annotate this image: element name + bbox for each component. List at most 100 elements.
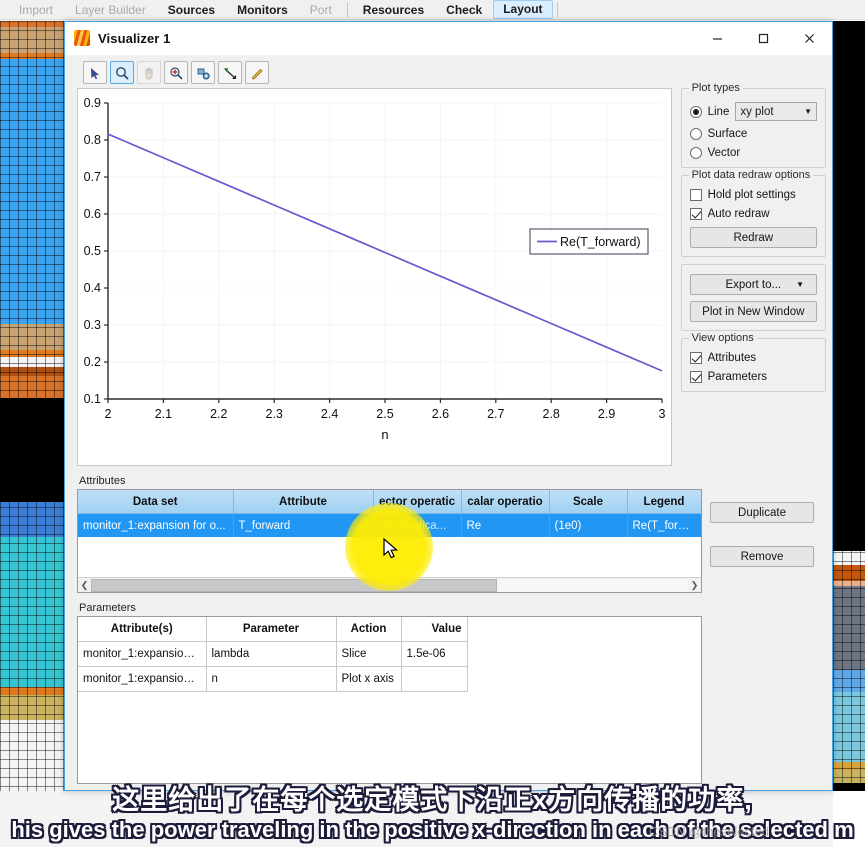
menu-item-sources[interactable]: Sources: [157, 0, 226, 19]
attr-col-attribute[interactable]: Attribute: [233, 490, 374, 514]
add-marker-icon[interactable]: [191, 61, 215, 85]
checkbox-auto-redraw[interactable]: [689, 208, 702, 221]
window-titlebar[interactable]: Visualizer 1: [65, 22, 832, 55]
checkbox-view-parameters[interactable]: [689, 371, 702, 384]
param-col-attributes[interactable]: Attribute(s): [78, 617, 207, 642]
attr-col-vector-operation[interactable]: ector operatic: [373, 490, 462, 514]
line-cursor-icon[interactable]: [218, 61, 242, 85]
attributes-header-row: Data set Attribute ector operatic calar …: [78, 490, 701, 514]
param-cell-attributes-0[interactable]: monitor_1:expansion ...: [78, 641, 207, 667]
redraw-options-legend: Plot data redraw options: [688, 169, 814, 182]
plot-types-legend: Plot types: [688, 82, 743, 95]
attr-cell-scale[interactable]: (1e0): [549, 513, 628, 538]
attr-cell-attribute[interactable]: T_forward: [233, 513, 374, 538]
hold-plot-settings-row[interactable]: Hold plot settings: [689, 189, 817, 202]
scrollbar-track[interactable]: [91, 578, 688, 592]
view-attributes-row[interactable]: Attributes: [689, 352, 817, 365]
redraw-button[interactable]: Redraw: [689, 227, 817, 249]
chevron-left-icon[interactable]: ❮: [78, 580, 91, 591]
attributes-section-label: Attributes: [79, 475, 126, 488]
plot-in-new-window-button[interactable]: Plot in New Window: [689, 301, 817, 323]
pencil-icon[interactable]: [245, 61, 269, 85]
menu-item-layout[interactable]: Layout: [493, 0, 553, 19]
param-cell-attributes-1[interactable]: monitor_1:expansion ...: [78, 666, 207, 692]
plot-type-line-label: Line: [707, 105, 730, 118]
xy-line-chart[interactable]: 0.1 0.2 0.3 0.4 0.5 0.6 0.7 0.8 0.9 2 2.1 2.2 2.3 2.…: [78, 89, 672, 466]
radio-line[interactable]: [689, 105, 702, 118]
attr-cell-legend[interactable]: Re(T_forward): [627, 513, 701, 538]
param-cell-action-0[interactable]: Slice: [336, 641, 402, 667]
param-cell-action-1[interactable]: Plot x axis: [336, 666, 402, 692]
x-tick-label: 2.6: [432, 407, 449, 421]
attributes-table[interactable]: Data set Attribute ector operatic calar …: [77, 489, 702, 594]
menu-item-monitors[interactable]: Monitors: [226, 0, 299, 19]
param-col-action[interactable]: Action: [336, 617, 402, 642]
menu-item-port[interactable]: Port: [299, 0, 343, 19]
parameters-section-label: Parameters: [79, 602, 136, 615]
close-icon[interactable]: [786, 22, 832, 55]
attr-col-scale[interactable]: Scale: [549, 490, 628, 514]
pointer-icon[interactable]: [83, 61, 107, 85]
mesh-view-right: [833, 21, 865, 791]
attr-cell-data-set[interactable]: monitor_1:expansion for o...: [78, 513, 234, 538]
y-tick-label: 0.7: [84, 170, 101, 184]
plot-type-vector-label: Vector: [707, 147, 741, 160]
param-cell-parameter-1[interactable]: n: [206, 666, 337, 692]
y-tick-label: 0.9: [84, 96, 101, 110]
checkbox-view-attributes[interactable]: [689, 352, 702, 365]
view-parameters-label: Parameters: [707, 371, 768, 384]
parameters-table[interactable]: Attribute(s) Parameter Action Value moni…: [77, 616, 702, 784]
menu-item-resources[interactable]: Resources: [352, 0, 435, 19]
attr-cell-scalar-operation[interactable]: Re: [461, 513, 550, 538]
plot-style-dropdown[interactable]: xy plot ▼: [735, 102, 817, 122]
param-col-parameter[interactable]: Parameter: [206, 617, 337, 642]
plot-type-surface-row[interactable]: Surface: [689, 128, 817, 141]
attributes-hscrollbar[interactable]: ❮ ❯: [78, 577, 701, 593]
redraw-options-group: Plot data redraw options Hold plot setti…: [680, 169, 826, 258]
duplicate-button[interactable]: Duplicate: [710, 502, 814, 524]
table-row[interactable]: monitor_1:expansion for o... T_forward N…: [78, 513, 701, 538]
x-tick-label: 2.1: [155, 407, 172, 421]
window-controls[interactable]: [694, 22, 832, 55]
x-tick-label: 2: [105, 407, 112, 421]
attributes-empty-area: [78, 537, 701, 578]
menu-item-import[interactable]: Import: [8, 0, 64, 19]
zoom-icon[interactable]: [110, 61, 134, 85]
plot-canvas[interactable]: 0.1 0.2 0.3 0.4 0.5 0.6 0.7 0.8 0.9 2 2.1 2.2 2.3 2.…: [77, 88, 672, 467]
view-parameters-row[interactable]: Parameters: [689, 371, 817, 384]
remove-button[interactable]: Remove: [710, 546, 814, 568]
checkbox-hold-plot-settings[interactable]: [689, 189, 702, 202]
attr-cell-vector-operation[interactable]: Not Applica...: [373, 513, 462, 538]
radio-surface[interactable]: [689, 128, 702, 141]
x-tick-label: 2.3: [266, 407, 283, 421]
attr-col-data-set[interactable]: Data set: [78, 490, 234, 514]
attr-col-legend[interactable]: Legend: [627, 490, 701, 514]
visualizer-window[interactable]: Visualizer 1 0.1 0.2 0.3 0.4 0.5 0.6 0.7…: [64, 21, 833, 791]
x-tick-label: 2.2: [210, 407, 227, 421]
menu-item-check[interactable]: Check: [435, 0, 493, 19]
table-row[interactable]: monitor_1:expansion ... n Plot x axis: [78, 666, 468, 692]
application-menubar[interactable]: Import Layer Builder Sources Monitors Port Re…: [0, 0, 865, 20]
plot-type-vector-row[interactable]: Vector: [689, 147, 817, 160]
param-col-value[interactable]: Value: [401, 617, 468, 642]
plot-type-line-row[interactable]: Line xy plot ▼: [689, 102, 817, 122]
radio-vector[interactable]: [689, 147, 702, 160]
param-cell-value-1[interactable]: [401, 666, 468, 692]
table-row[interactable]: monitor_1:expansion ... lambda Slice 1.5…: [78, 641, 468, 667]
zoom-fit-icon[interactable]: [164, 61, 188, 85]
auto-redraw-row[interactable]: Auto redraw: [689, 208, 817, 221]
plot-side-options[interactable]: Plot types Line xy plot ▼ Surface Vector…: [680, 82, 826, 466]
scrollbar-thumb[interactable]: [91, 578, 497, 592]
hold-plot-settings-label: Hold plot settings: [707, 189, 796, 202]
attr-col-scalar-operation[interactable]: calar operatio: [461, 490, 550, 514]
plot-types-group: Plot types Line xy plot ▼ Surface Vector: [680, 82, 826, 169]
param-cell-value-0[interactable]: 1.5e-06: [401, 641, 468, 667]
maximize-icon[interactable]: [740, 22, 786, 55]
export-to-button[interactable]: Export to... ▼: [689, 274, 817, 296]
param-cell-parameter-0[interactable]: lambda: [206, 641, 337, 667]
minimize-icon[interactable]: [694, 22, 740, 55]
chevron-right-icon[interactable]: ❯: [688, 580, 701, 591]
menu-item-layer-builder[interactable]: Layer Builder: [64, 0, 157, 19]
plot-style-value: xy plot: [740, 105, 774, 118]
pan-hand-icon[interactable]: [137, 61, 161, 85]
